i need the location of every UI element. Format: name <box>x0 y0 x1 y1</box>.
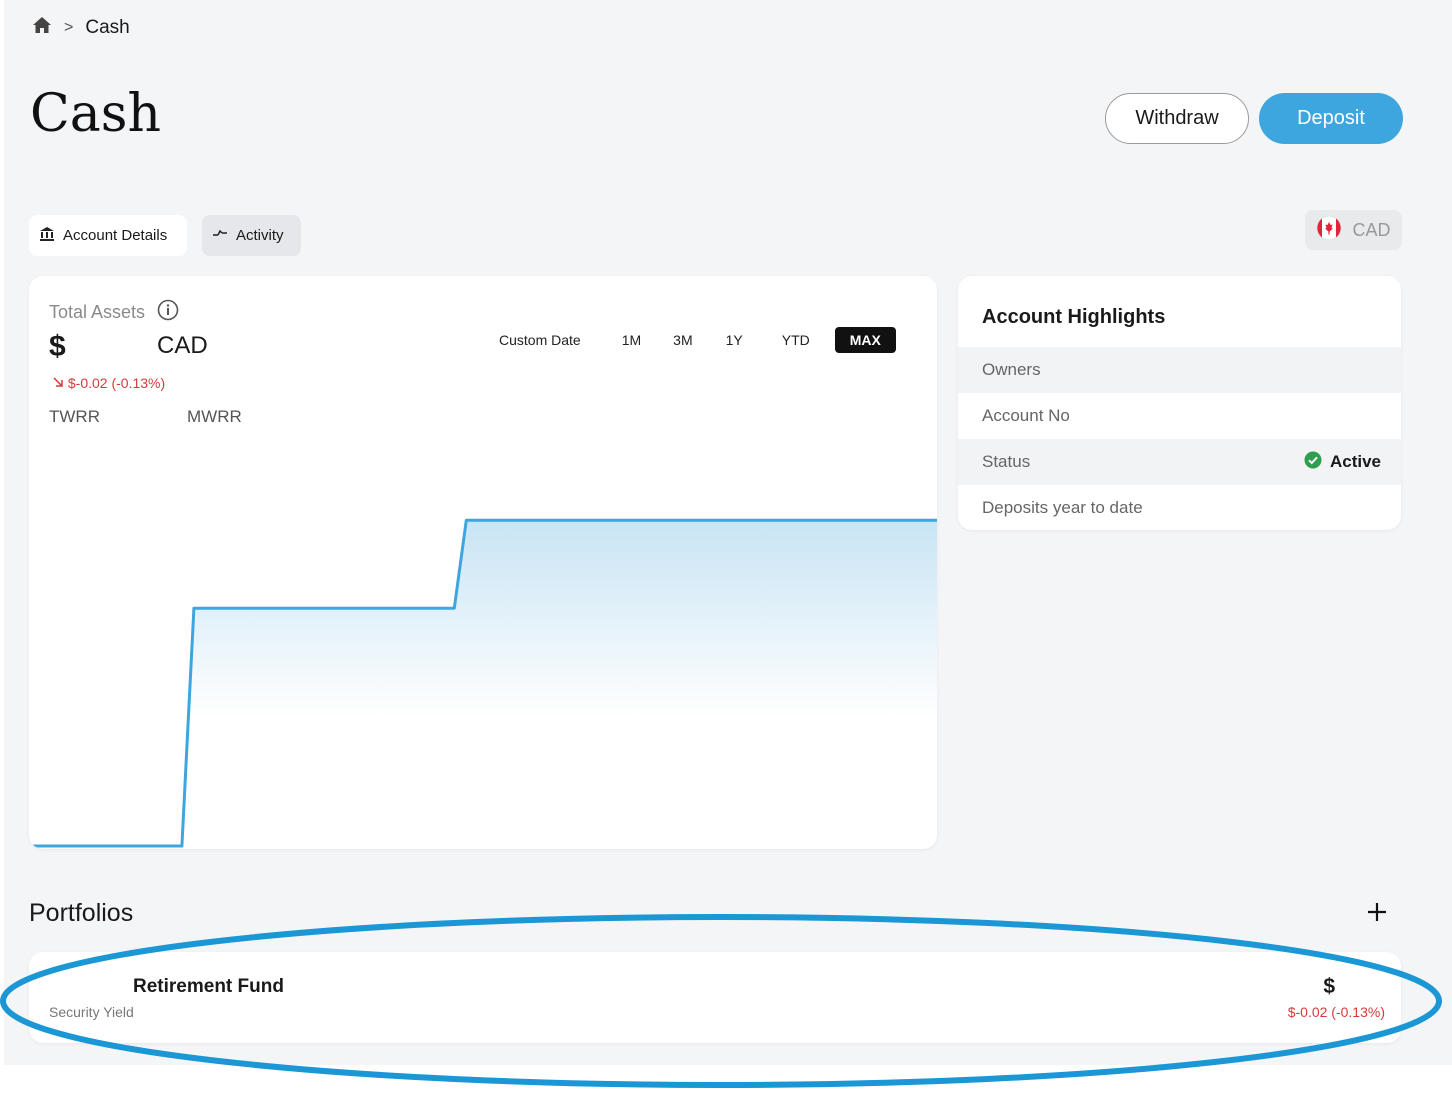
range-custom-date[interactable]: Custom Date <box>484 327 596 353</box>
highlight-row-status: Status Active <box>958 439 1401 485</box>
page-title: Cash <box>30 84 161 144</box>
portfolio-name: Retirement Fund <box>133 976 284 997</box>
range-max[interactable]: MAX <box>834 327 896 353</box>
withdraw-button[interactable]: Withdraw <box>1105 93 1249 144</box>
total-assets-chart <box>29 518 937 849</box>
status-badge: Active <box>1304 451 1381 474</box>
deposit-button[interactable]: Deposit <box>1259 93 1403 144</box>
arrow-down-right-icon <box>53 375 68 391</box>
portfolio-change: $-0.02 (-0.13%) <box>1287 1004 1385 1020</box>
check-circle-icon <box>1304 451 1322 474</box>
breadcrumb: > Cash <box>32 16 130 40</box>
plus-icon[interactable] <box>1365 900 1389 924</box>
total-assets-card: Total Assets $ CAD $-0.02 (-0.13%) TWRR … <box>29 276 937 849</box>
portfolio-item[interactable]: Retirement Fund Security Yield $ $-0.02 … <box>29 952 1401 1043</box>
row-label: Deposits year to date <box>982 498 1143 517</box>
total-assets-currency: CAD <box>157 332 208 359</box>
status-value: Active <box>1329 452 1381 471</box>
row-label: Status <box>982 452 1031 471</box>
chart-area-fill <box>29 520 937 849</box>
mwrr-label: MWRR <box>187 407 242 426</box>
row-label: Account No <box>982 406 1070 425</box>
account-highlights-title: Account Highlights <box>982 306 1166 328</box>
tab-label: Activity <box>236 227 284 244</box>
tab-activity[interactable]: Activity <box>202 215 301 256</box>
canada-flag-icon <box>1316 215 1342 246</box>
highlight-row-deposits-ytd: Deposits year to date <box>958 485 1401 530</box>
app-window: > Cash Cash Withdraw Deposit Account Det… <box>4 0 1452 1065</box>
portfolios-title: Portfolios <box>29 899 134 927</box>
range-1m[interactable]: 1M <box>607 327 656 353</box>
total-assets-label: Total Assets <box>49 299 179 326</box>
info-icon[interactable] <box>157 299 179 326</box>
time-range-selector: Custom Date 1M 3M 1Y YTD MAX <box>484 327 896 353</box>
highlight-row-account-no: Account No <box>958 393 1401 439</box>
total-assets-value: $ <box>49 330 66 363</box>
tab-label: Account Details <box>63 227 168 244</box>
breadcrumb-separator: > <box>64 19 74 36</box>
tab-account-details[interactable]: Account Details <box>29 215 187 256</box>
total-assets-change: $-0.02 (-0.13%) <box>53 375 165 391</box>
bank-icon <box>39 226 55 246</box>
portfolio-value: $ <box>1323 975 1335 998</box>
currency-label: CAD <box>1352 219 1391 240</box>
highlight-row-owners: Owners <box>958 347 1401 393</box>
range-ytd[interactable]: YTD <box>767 327 825 353</box>
range-1y[interactable]: 1Y <box>711 327 758 353</box>
home-icon[interactable] <box>32 16 52 40</box>
currency-selector[interactable]: CAD <box>1305 210 1402 250</box>
twrr-label: TWRR <box>49 407 100 426</box>
account-highlights-card: Account Highlights Owners Account No Sta… <box>958 276 1401 530</box>
row-label: Owners <box>982 360 1041 379</box>
total-assets-text: Total Assets <box>49 302 146 322</box>
range-3m[interactable]: 3M <box>658 327 707 353</box>
activity-icon <box>212 227 228 244</box>
portfolio-subtitle: Security Yield <box>49 1004 134 1020</box>
change-text: $-0.02 (-0.13%) <box>67 375 166 391</box>
breadcrumb-current: Cash <box>85 17 130 38</box>
